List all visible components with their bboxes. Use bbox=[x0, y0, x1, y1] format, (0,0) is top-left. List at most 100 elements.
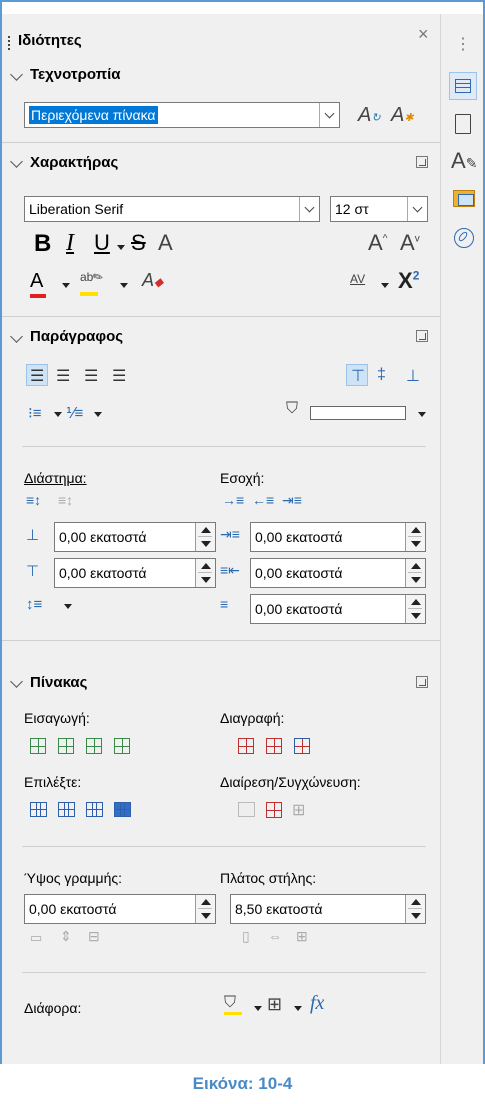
properties-tab[interactable] bbox=[449, 72, 477, 100]
before-indent-field[interactable]: 0,00 εκατοστά bbox=[250, 522, 426, 552]
align-bottom-icon[interactable]: ⊥ bbox=[406, 366, 420, 386]
grow-font-button[interactable]: A^ bbox=[368, 230, 387, 256]
underline-button[interactable]: U bbox=[94, 230, 110, 256]
line-spacing-icon[interactable]: ↕≡ bbox=[26, 596, 42, 613]
background-fill-icon[interactable]: ⛉ bbox=[224, 994, 242, 1015]
close-icon[interactable]: × bbox=[418, 24, 429, 45]
background-dropdown[interactable] bbox=[418, 412, 426, 417]
spin-buttons[interactable] bbox=[195, 559, 215, 587]
section-title-table[interactable]: Πίνακας bbox=[30, 674, 87, 691]
spacing-dropdown[interactable] bbox=[381, 283, 389, 288]
styles-tab-icon[interactable]: A✎ bbox=[451, 148, 477, 174]
decrease-indent-icon[interactable]: ←≡ bbox=[252, 492, 274, 508]
justify-icon[interactable]: ☰ bbox=[112, 366, 126, 386]
borders-icon[interactable]: ⊞ bbox=[267, 994, 282, 1015]
new-style-icon[interactable]: A✱ bbox=[391, 104, 414, 127]
background-color-box[interactable] bbox=[310, 406, 406, 420]
optimal-row-height-icon[interactable]: ⇕ bbox=[60, 928, 72, 945]
update-style-icon[interactable]: A↻ bbox=[358, 104, 381, 127]
bullets-dropdown[interactable] bbox=[54, 412, 62, 417]
spin-buttons[interactable] bbox=[405, 559, 425, 587]
highlight-dropdown[interactable] bbox=[120, 283, 128, 288]
shadow-button[interactable]: A bbox=[158, 230, 173, 256]
chevron-down-icon[interactable] bbox=[407, 197, 427, 221]
background-fill-icon[interactable]: ⛉ bbox=[286, 400, 298, 418]
select-cell-icon[interactable] bbox=[58, 802, 75, 817]
font-size-combobox[interactable]: 12 στ bbox=[330, 196, 428, 222]
formula-icon[interactable]: fx bbox=[310, 992, 324, 1015]
spin-buttons[interactable] bbox=[195, 523, 215, 551]
insert-rows-above-icon[interactable] bbox=[30, 738, 46, 754]
above-spacing-field[interactable]: 0,00 εκατοστά bbox=[54, 522, 216, 552]
row-height-field[interactable]: 0,00 εκατοστά bbox=[24, 894, 216, 924]
fill-dropdown[interactable] bbox=[254, 1006, 262, 1011]
insert-columns-after-icon[interactable] bbox=[114, 738, 130, 754]
spin-buttons[interactable] bbox=[405, 595, 425, 623]
hanging-indent-icon[interactable]: ⇥≡ bbox=[282, 492, 302, 509]
navigator-tab-icon[interactable] bbox=[454, 228, 474, 248]
align-right-icon[interactable]: ☰ bbox=[84, 366, 98, 386]
highlight-icon[interactable]: ab✎ bbox=[80, 268, 106, 296]
style-combobox[interactable]: Περιεχόμενα πίνακα bbox=[24, 102, 340, 128]
page-tab-icon[interactable] bbox=[455, 114, 471, 134]
split-cells-icon[interactable] bbox=[266, 802, 282, 818]
bullets-icon[interactable]: ⁝≡ bbox=[28, 404, 42, 422]
italic-button[interactable]: I bbox=[66, 230, 74, 257]
select-table-icon[interactable] bbox=[30, 802, 47, 817]
more-icon[interactable]: ⋮ bbox=[455, 34, 471, 54]
select-row-icon[interactable] bbox=[114, 802, 131, 817]
strikethrough-button[interactable]: S bbox=[131, 230, 146, 256]
font-name-combobox[interactable]: Liberation Serif bbox=[24, 196, 320, 222]
distribute-rows-icon[interactable]: ⊟ bbox=[88, 928, 100, 945]
minimal-row-height-icon[interactable]: ▭ bbox=[30, 930, 42, 946]
underline-dropdown[interactable] bbox=[117, 245, 125, 250]
minimal-column-width-icon[interactable]: ▯ bbox=[242, 928, 250, 945]
chevron-down-icon[interactable] bbox=[10, 155, 23, 168]
align-middle-icon[interactable]: ‡ bbox=[377, 366, 386, 384]
col-width-field[interactable]: 8,50 εκατοστά bbox=[230, 894, 426, 924]
delete-columns-icon[interactable] bbox=[266, 738, 282, 754]
gallery-tab-icon[interactable] bbox=[453, 190, 475, 207]
spin-buttons[interactable] bbox=[405, 523, 425, 551]
character-spacing-button[interactable]: AV bbox=[350, 272, 365, 286]
clear-formatting-icon[interactable]: A◆ bbox=[142, 270, 163, 291]
section-title-character[interactable]: Χαρακτήρας bbox=[30, 154, 118, 171]
spin-buttons[interactable] bbox=[195, 895, 215, 923]
section-title-paragraph[interactable]: Παράγραφος bbox=[30, 328, 123, 345]
insert-columns-before-icon[interactable] bbox=[86, 738, 102, 754]
chevron-down-icon[interactable] bbox=[10, 330, 23, 343]
line-spacing-dropdown[interactable] bbox=[64, 604, 72, 609]
more-options-icon[interactable] bbox=[416, 330, 428, 342]
section-title-style[interactable]: Τεχνοτροπία bbox=[30, 66, 120, 83]
borders-dropdown[interactable] bbox=[294, 1006, 302, 1011]
bold-button[interactable]: B bbox=[34, 230, 51, 258]
select-column-icon[interactable] bbox=[86, 802, 103, 817]
merge-cells-icon[interactable] bbox=[238, 802, 255, 817]
grip-handle[interactable] bbox=[8, 36, 10, 50]
font-color-dropdown[interactable] bbox=[62, 283, 70, 288]
delete-table-icon[interactable] bbox=[294, 738, 310, 754]
numbering-dropdown[interactable] bbox=[94, 412, 102, 417]
optimal-column-width-icon[interactable]: ⇔ bbox=[268, 928, 282, 944]
delete-rows-icon[interactable] bbox=[238, 738, 254, 754]
more-options-icon[interactable] bbox=[416, 156, 428, 168]
increase-spacing-icon[interactable]: ≡↕ bbox=[26, 492, 41, 508]
distribute-columns-icon[interactable]: ⊞ bbox=[296, 928, 308, 945]
numbering-icon[interactable]: ⅟≡ bbox=[66, 404, 83, 422]
font-color-button[interactable]: A bbox=[30, 270, 46, 298]
align-center-icon[interactable]: ☰ bbox=[56, 366, 70, 386]
split-table-icon[interactable]: ⊞ bbox=[292, 800, 305, 820]
decrease-spacing-icon[interactable]: ≡↕ bbox=[58, 492, 73, 508]
shrink-font-button[interactable]: Av bbox=[400, 230, 420, 256]
after-indent-field[interactable]: 0,00 εκατοστά bbox=[250, 558, 426, 588]
below-spacing-field[interactable]: 0,00 εκατοστά bbox=[54, 558, 216, 588]
increase-indent-icon[interactable]: →≡ bbox=[222, 492, 244, 508]
first-line-indent-field[interactable]: 0,00 εκατοστά bbox=[250, 594, 426, 624]
insert-rows-below-icon[interactable] bbox=[58, 738, 74, 754]
chevron-down-icon[interactable] bbox=[299, 197, 319, 221]
chevron-down-icon[interactable] bbox=[10, 675, 23, 688]
chevron-down-icon[interactable] bbox=[10, 68, 23, 81]
spin-buttons[interactable] bbox=[405, 895, 425, 923]
more-options-icon[interactable] bbox=[416, 676, 428, 688]
chevron-down-icon[interactable] bbox=[319, 103, 339, 127]
